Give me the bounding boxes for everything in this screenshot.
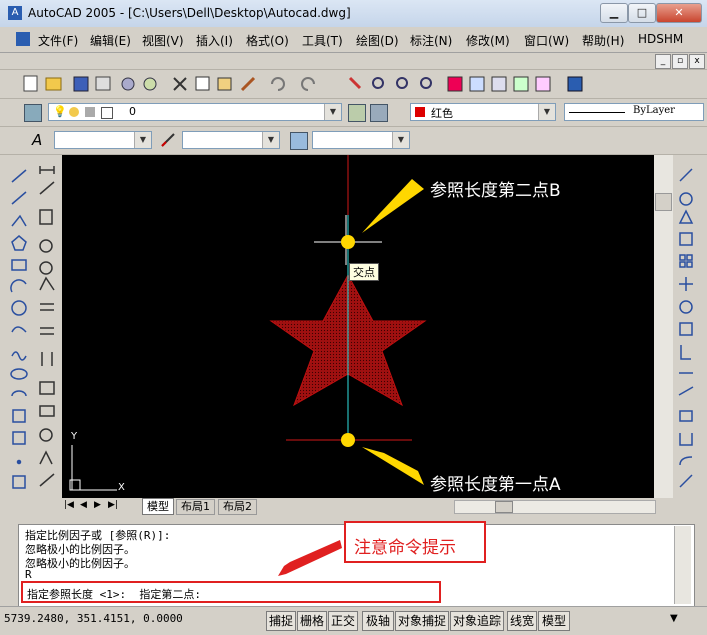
dimension-style-icon[interactable] [160,132,176,148]
ortho-toggle[interactable]: 正交 [328,611,358,631]
vertical-scrollbar[interactable] [654,155,673,498]
table-style-dropdown[interactable]: ▼ [312,131,410,149]
doc-restore-button[interactable]: ▫ [672,54,688,69]
menu-draw[interactable]: 绘图(D) [356,32,399,49]
polar-toggle[interactable]: 极轴 [362,611,394,631]
menu-edit[interactable]: 编辑(E) [90,32,131,49]
right-modify-toolbar [678,168,694,488]
lightbulb-icon: 💡 [53,105,67,118]
window-title: AutoCAD 2005 - [C:\Users\Dell\Desktop\Au… [28,6,351,20]
left-toolbars [10,166,55,489]
horizontal-scroll-thumb[interactable] [495,501,513,513]
status-bar: 5739.2480, 351.4151, 0.0000 捕捉 栅格 正交 极轴 … [0,606,707,635]
title-bar: A AutoCAD 2005 - [C:\Users\Dell\Desktop\… [0,0,707,28]
osnap-toggle[interactable]: 对象捕捉 [395,611,449,631]
menu-window[interactable]: 窗口(W) [524,32,569,49]
linetype-name: ByLayer [633,105,675,116]
tab-nav-prev[interactable]: ◀ [80,500,87,510]
callout-arrow-icon [278,540,342,576]
chevron-down-icon: ▼ [262,132,279,148]
point-a-marker [341,433,355,447]
dimension-style-dropdown[interactable]: ▼ [182,131,280,149]
layout-tab-row: |◀ ◀ ▶ ▶| 模型 布局1 布局2 [62,498,673,515]
ucs-x-label: X [118,482,125,493]
command-history-line: 忽略极小的比例因子。 [25,557,135,570]
intersection-tooltip: 交点 [349,263,379,281]
drawing-svg [69,155,427,491]
snap-toggle[interactable]: 捕捉 [266,611,296,631]
chevron-down-icon: ▼ [392,132,409,148]
tab-nav-first[interactable]: |◀ [64,500,74,510]
chevron-down-icon: ▼ [324,104,341,120]
horizontal-scrollbar[interactable] [454,500,656,514]
doc-close-button[interactable]: x [689,54,705,69]
callout-text: 注意命令提示 [354,538,456,558]
table-style-icon[interactable] [290,132,308,150]
point-b-marker [341,235,355,249]
coordinates-readout: 5739.2480, 351.4151, 0.0000 [4,612,183,625]
command-prompt[interactable]: 指定参照长度 <1>: 指定第二点: [27,586,201,602]
lock-icon [85,107,95,117]
linetype-dropdown[interactable]: ByLayer [564,103,704,121]
color-swatch-icon [415,107,425,117]
menu-format[interactable]: 格式(O) [246,32,289,49]
tab-layout1[interactable]: 布局1 [176,499,215,515]
command-scrollbar[interactable] [674,526,691,604]
tab-nav-next[interactable]: ▶ [94,500,101,510]
standard-toolbar-icons [23,75,583,92]
tab-nav-last[interactable]: ▶| [108,500,118,510]
document-icon[interactable] [16,32,30,46]
color-swatch-icon [101,107,113,119]
standard-toolbar [0,70,707,99]
app-icon[interactable]: A [8,6,22,20]
chevron-down-icon: ▼ [538,104,555,120]
command-prompt-highlight: 指定参照长度 <1>: 指定第二点: [21,581,441,603]
model-toggle[interactable]: 模型 [538,611,570,631]
otrack-toggle[interactable]: 对象追踪 [450,611,504,631]
menu-bar: 文件(F) 编辑(E) 视图(V) 插入(I) 格式(O) 工具(T) 绘图(D… [0,27,707,53]
minimize-button[interactable]: ▁ [600,3,628,23]
menu-insert[interactable]: 插入(I) [196,32,233,49]
ucs-icon [69,445,117,491]
maximize-button[interactable]: □ [628,3,656,23]
layers-toolbar: 💡 0 ▼ 红色 ▼ ByLayer [0,99,707,127]
menu-hdshm[interactable]: HDSHM [638,32,683,46]
status-menu-icon[interactable]: ▼ [670,613,678,624]
menu-dimension[interactable]: 标注(N) [410,32,452,49]
text-style-dropdown[interactable]: ▼ [54,131,152,149]
make-current-icon[interactable] [348,104,366,122]
text-style-icon[interactable]: A [32,131,42,149]
arrow-a-icon [362,447,424,485]
styles-toolbar: A ▼ ▼ ▼ [0,127,707,155]
ucs-y-label: Y [71,431,78,442]
doc-minimize-button[interactable]: _ [655,54,671,69]
menu-view[interactable]: 视图(V) [142,32,184,49]
command-history-line: R [25,568,32,581]
tab-layout2[interactable]: 布局2 [218,499,257,515]
chevron-down-icon: ▼ [134,132,151,148]
lineweight-toggle[interactable]: 线宽 [507,611,537,631]
annotation-point-a: 参照长度第一点A [430,475,561,495]
callout-box: 注意命令提示 [344,521,486,563]
color-dropdown[interactable]: 红色 ▼ [410,103,556,121]
color-name: 红色 [431,107,453,120]
sun-icon [69,107,79,117]
layer-name: 0 [129,105,136,118]
layer-dropdown[interactable]: 💡 0 ▼ [48,103,342,121]
toolbar-spacer: _ ▫ x [0,53,707,70]
layer-manager-icon[interactable] [24,104,42,122]
grid-toggle[interactable]: 栅格 [297,611,327,631]
menu-help[interactable]: 帮助(H) [582,32,624,49]
arrow-b-icon [362,179,424,233]
linetype-sample [569,112,625,113]
menu-tools[interactable]: 工具(T) [302,32,343,49]
annotation-point-b: 参照长度第二点B [430,181,561,201]
tab-model[interactable]: 模型 [142,498,174,515]
menu-file[interactable]: 文件(F) [38,32,78,49]
menu-modify[interactable]: 修改(M) [466,32,510,49]
layer-previous-icon[interactable] [370,104,388,122]
close-button[interactable]: ✕ [656,3,702,23]
vertical-scroll-thumb[interactable] [655,193,672,211]
drawing-canvas[interactable]: 交点 参照长度第二点B 参照长度第一点A Y X [62,155,673,498]
